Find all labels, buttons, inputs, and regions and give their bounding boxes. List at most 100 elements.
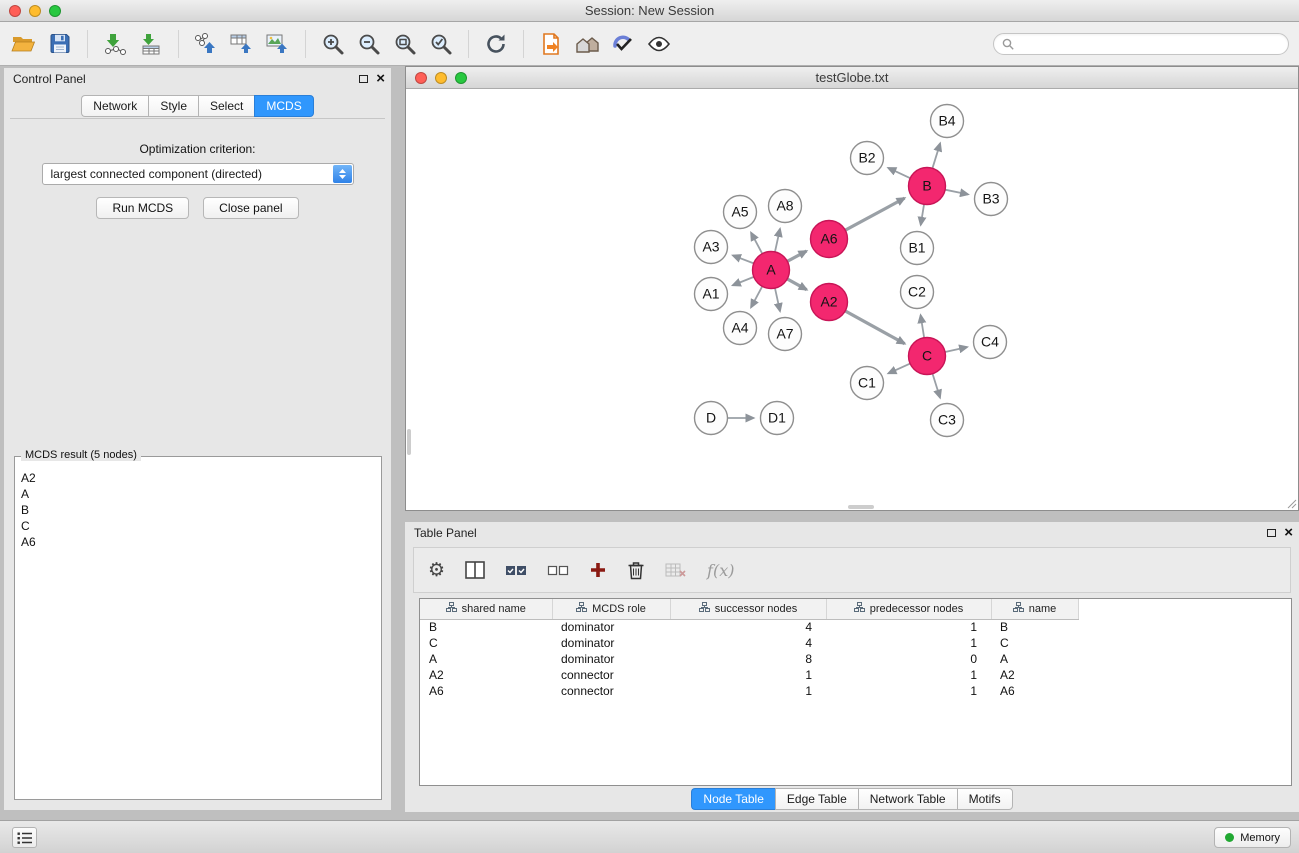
column-header-MCDS-role[interactable]: MCDS role bbox=[552, 599, 670, 619]
import-table-button[interactable] bbox=[133, 26, 169, 62]
graph-edge-C-C3[interactable] bbox=[933, 374, 940, 398]
graph-node-A5[interactable]: A5 bbox=[724, 196, 757, 229]
float-panel-icon[interactable] bbox=[359, 75, 368, 83]
table-float-panel-icon[interactable] bbox=[1267, 529, 1276, 537]
criterion-dropdown[interactable]: largest connected component (directed) bbox=[42, 163, 354, 185]
result-item[interactable]: C bbox=[21, 518, 375, 534]
zoom-button[interactable] bbox=[49, 5, 61, 17]
graph-node-C4[interactable]: C4 bbox=[974, 326, 1007, 359]
table-row[interactable]: Bdominator41B bbox=[420, 619, 1078, 635]
refresh-view-button[interactable] bbox=[478, 26, 514, 62]
result-item[interactable]: A bbox=[21, 486, 375, 502]
graph-edge-A-A1[interactable] bbox=[733, 277, 754, 285]
graph-node-A4[interactable]: A4 bbox=[724, 312, 757, 345]
column-header-name[interactable]: name bbox=[991, 599, 1078, 619]
graph-edge-B-B1[interactable] bbox=[921, 204, 924, 225]
graph-node-C3[interactable]: C3 bbox=[931, 404, 964, 437]
tab-network-table[interactable]: Network Table bbox=[858, 788, 957, 810]
graph-node-A2[interactable]: A2 bbox=[811, 284, 848, 321]
function-builder-button[interactable]: f(x) bbox=[707, 555, 734, 585]
column-header-shared-name[interactable]: shared name bbox=[420, 599, 552, 619]
network-zoom-button[interactable] bbox=[455, 72, 467, 84]
table-settings-button[interactable]: ⚙ bbox=[428, 555, 445, 585]
graph-edge-B-B3[interactable] bbox=[945, 190, 968, 195]
deselect-all-columns-button[interactable] bbox=[547, 555, 569, 585]
houses-button[interactable] bbox=[569, 26, 605, 62]
graph-edge-A-A7[interactable] bbox=[775, 288, 780, 311]
graph-edge-A-A2[interactable] bbox=[787, 279, 806, 290]
network-close-button[interactable] bbox=[415, 72, 427, 84]
tab-select[interactable]: Select bbox=[198, 95, 254, 117]
vertical-scroll-hint[interactable] bbox=[407, 429, 411, 455]
graph-node-B1[interactable]: B1 bbox=[901, 232, 934, 265]
graph-node-A8[interactable]: A8 bbox=[769, 190, 802, 223]
graph-edge-B-B2[interactable] bbox=[888, 168, 910, 178]
graph-node-C1[interactable]: C1 bbox=[851, 367, 884, 400]
search-input[interactable] bbox=[1019, 35, 1288, 53]
zoom-fit-button[interactable] bbox=[387, 26, 423, 62]
tab-edge-table[interactable]: Edge Table bbox=[775, 788, 858, 810]
task-history-button[interactable] bbox=[12, 827, 37, 848]
tab-style[interactable]: Style bbox=[148, 95, 198, 117]
graph-edge-C-C4[interactable] bbox=[945, 347, 967, 352]
export-image-button[interactable] bbox=[260, 26, 296, 62]
graph-edge-A2-C[interactable] bbox=[845, 311, 904, 344]
table-close-panel-icon[interactable]: × bbox=[1284, 524, 1293, 542]
table-row[interactable]: A2connector11A2 bbox=[420, 667, 1078, 683]
select-all-columns-button[interactable] bbox=[505, 555, 527, 585]
graph-node-B3[interactable]: B3 bbox=[975, 183, 1008, 216]
network-canvas[interactable]: B4B2BB3A5A8A6B1A3AC2A1A2A4A7C4CC1C3DD1 bbox=[406, 89, 1298, 510]
close-panel-icon[interactable]: × bbox=[376, 70, 385, 88]
graph-node-B2[interactable]: B2 bbox=[851, 142, 884, 175]
delete-column-button[interactable] bbox=[627, 555, 645, 585]
minimize-button[interactable] bbox=[29, 5, 41, 17]
network-minimize-button[interactable] bbox=[435, 72, 447, 84]
graph-edge-A-A8[interactable] bbox=[775, 229, 780, 252]
graph-edge-A-A3[interactable] bbox=[733, 255, 754, 263]
add-column-button[interactable] bbox=[589, 555, 607, 585]
resize-grip-icon[interactable] bbox=[1286, 498, 1297, 509]
save-session-button[interactable] bbox=[42, 26, 78, 62]
export-table-button[interactable] bbox=[224, 26, 260, 62]
zoom-in-button[interactable] bbox=[315, 26, 351, 62]
close-button[interactable] bbox=[9, 5, 21, 17]
graph-edge-A6-B[interactable] bbox=[845, 198, 904, 230]
column-layout-button[interactable] bbox=[465, 555, 485, 585]
import-network-button[interactable] bbox=[97, 26, 133, 62]
network-graph[interactable]: B4B2BB3A5A8A6B1A3AC2A1A2A4A7C4CC1C3DD1 bbox=[406, 89, 1298, 510]
column-header-successor-nodes[interactable]: successor nodes bbox=[670, 599, 826, 619]
zoom-out-button[interactable] bbox=[351, 26, 387, 62]
column-header-predecessor-nodes[interactable]: predecessor nodes bbox=[826, 599, 991, 619]
result-item[interactable]: A6 bbox=[21, 534, 375, 550]
zoom-selected-button[interactable] bbox=[423, 26, 459, 62]
graph-node-D1[interactable]: D1 bbox=[761, 402, 794, 435]
graph-node-B[interactable]: B bbox=[909, 168, 946, 205]
delete-table-button[interactable] bbox=[665, 555, 687, 585]
graph-edge-A-A5[interactable] bbox=[751, 233, 762, 254]
graph-edge-C-C1[interactable] bbox=[888, 364, 910, 374]
result-item[interactable]: B bbox=[21, 502, 375, 518]
graph-node-A[interactable]: A bbox=[753, 252, 790, 289]
graph-node-C2[interactable]: C2 bbox=[901, 276, 934, 309]
close-panel-button[interactable]: Close panel bbox=[203, 197, 298, 219]
export-network-button[interactable] bbox=[188, 26, 224, 62]
graph-edge-C-C2[interactable] bbox=[921, 315, 925, 338]
document-arrow-button[interactable] bbox=[533, 26, 569, 62]
eye-button[interactable] bbox=[641, 26, 677, 62]
table-row[interactable]: Cdominator41C bbox=[420, 635, 1078, 651]
graph-edge-A-A4[interactable] bbox=[751, 286, 762, 307]
open-session-button[interactable] bbox=[6, 26, 42, 62]
result-item[interactable]: A2 bbox=[21, 470, 375, 486]
graph-node-D[interactable]: D bbox=[695, 402, 728, 435]
graph-node-C[interactable]: C bbox=[909, 338, 946, 375]
tab-mcds[interactable]: MCDS bbox=[254, 95, 313, 117]
table-row[interactable]: Adominator80A bbox=[420, 651, 1078, 667]
memory-button[interactable]: Memory bbox=[1214, 827, 1291, 848]
horizontal-scroll-hint[interactable] bbox=[848, 505, 874, 509]
table-row[interactable]: A6connector11A6 bbox=[420, 683, 1078, 699]
graph-node-A1[interactable]: A1 bbox=[695, 278, 728, 311]
graph-node-A7[interactable]: A7 bbox=[769, 318, 802, 351]
tab-network[interactable]: Network bbox=[81, 95, 148, 117]
graph-edge-B-B4[interactable] bbox=[932, 143, 940, 168]
graph-node-A6[interactable]: A6 bbox=[811, 221, 848, 258]
